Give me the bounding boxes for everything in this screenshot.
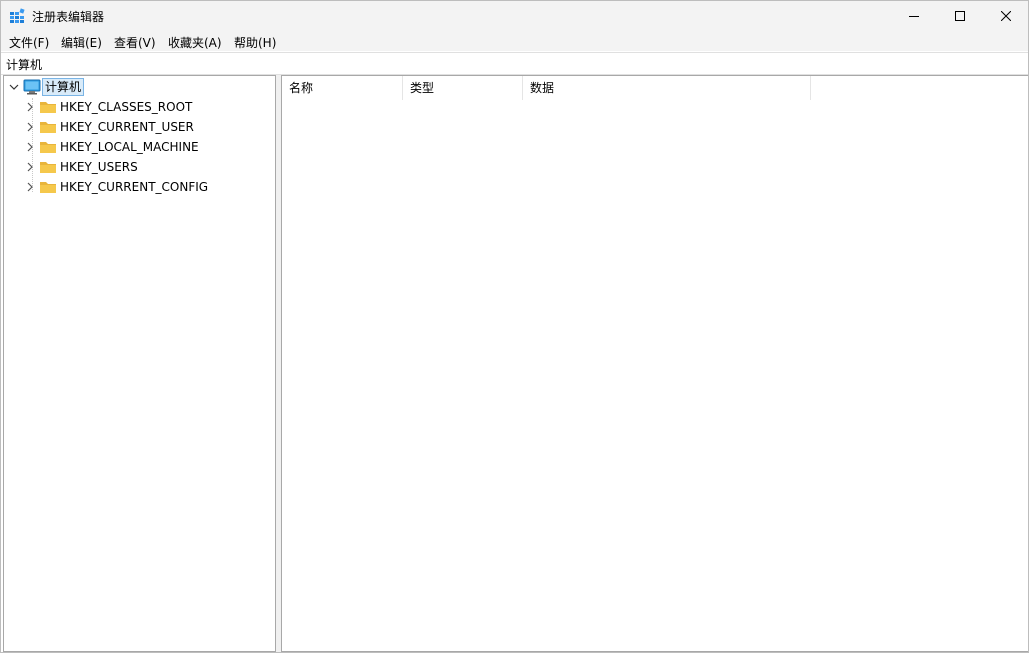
chevron-right-icon[interactable] [24, 97, 36, 117]
folder-icon [39, 100, 57, 117]
tree-label: HKEY_USERS [60, 160, 138, 174]
folder-icon [39, 120, 57, 137]
window-title: 注册表编辑器 [32, 10, 105, 24]
tree-item-hkey-classes-root[interactable]: HKEY_CLASSES_ROOT [4, 97, 274, 117]
tree-label: HKEY_CURRENT_CONFIG [60, 180, 209, 194]
address-path[interactable]: 计算机 [6, 56, 42, 73]
menu-bar: 文件(F) 编辑(E) 查看(V) 收藏夹(A) 帮助(H) [1, 31, 1028, 51]
chevron-down-icon[interactable] [8, 77, 20, 97]
chevron-right-icon[interactable] [24, 157, 36, 177]
maximize-icon [955, 11, 965, 21]
value-list-pane[interactable]: 名称 类型 数据 [281, 75, 1028, 652]
tree-label: 计算机 [42, 78, 85, 96]
registry-editor-icon [9, 8, 25, 24]
chevron-right-icon[interactable] [24, 177, 36, 197]
column-header-type[interactable]: 类型 [403, 76, 523, 100]
key-tree-pane[interactable]: 计算机 HKEY_CLASSES_ROOT HKEY_CURRENT_USER … [3, 75, 276, 652]
tree-item-hkey-local-machine[interactable]: HKEY_LOCAL_MACHINE [4, 137, 274, 157]
title-bar[interactable]: 注册表编辑器 [1, 1, 1028, 31]
folder-icon [39, 160, 57, 177]
tree-label: HKEY_CURRENT_USER [60, 120, 194, 134]
tree-label: HKEY_LOCAL_MACHINE [60, 140, 199, 154]
folder-icon [39, 180, 57, 197]
menu-favorites[interactable]: 收藏夹(A) [168, 34, 222, 51]
minimize-button[interactable] [891, 1, 937, 31]
column-header-data[interactable]: 数据 [523, 76, 811, 100]
close-icon [1001, 11, 1011, 21]
close-button[interactable] [983, 1, 1028, 31]
tree-item-hkey-current-config[interactable]: HKEY_CURRENT_CONFIG [4, 177, 274, 197]
tree-item-hkey-users[interactable]: HKEY_USERS [4, 157, 274, 177]
minimize-icon [909, 16, 919, 17]
tree-item-computer[interactable]: 计算机 [4, 77, 274, 97]
address-bar[interactable]: 计算机 [1, 52, 1028, 75]
menu-help[interactable]: 帮助(H) [234, 34, 276, 51]
maximize-button[interactable] [937, 1, 983, 31]
chevron-right-icon[interactable] [24, 117, 36, 137]
menu-file[interactable]: 文件(F) [9, 34, 49, 51]
computer-icon [23, 79, 41, 98]
menu-edit[interactable]: 编辑(E) [61, 34, 102, 51]
folder-icon [39, 140, 57, 157]
chevron-right-icon[interactable] [24, 137, 36, 157]
registry-editor-window: 注册表编辑器 文件(F) 编辑(E) 查看(V) 收藏夹(A) 帮助(H) 计算… [0, 0, 1029, 653]
tree-label: HKEY_CLASSES_ROOT [60, 100, 193, 114]
column-header-name[interactable]: 名称 [282, 76, 403, 100]
menu-view[interactable]: 查看(V) [114, 34, 156, 51]
tree-item-hkey-current-user[interactable]: HKEY_CURRENT_USER [4, 117, 274, 137]
